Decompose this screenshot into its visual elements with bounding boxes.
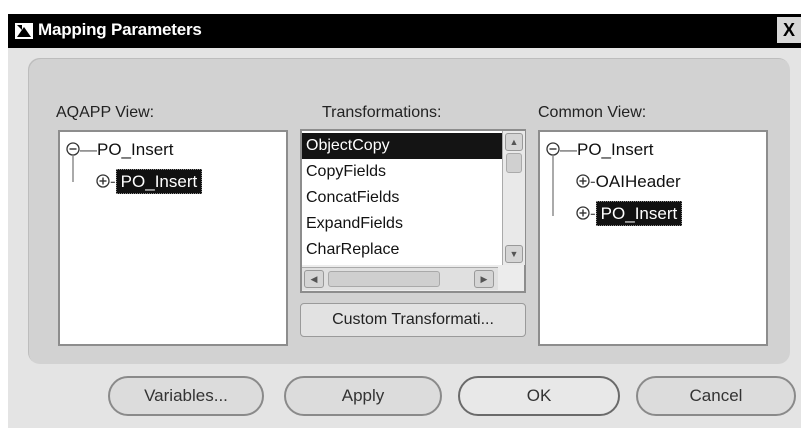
close-button[interactable]: X (777, 17, 801, 43)
vertical-scrollbar[interactable]: ▲ ▼ (502, 131, 525, 265)
scroll-right-icon[interactable]: ▶ (474, 270, 494, 288)
mapping-parameters-dialog: Mapping Parameters X AQAPP View: Transfo… (8, 14, 801, 428)
title-bar[interactable]: Mapping Parameters X (8, 14, 801, 48)
list-item-objectcopy[interactable]: ObjectCopy (302, 133, 502, 159)
expand-icon (576, 206, 590, 220)
tree-node-child[interactable]: - PO_Insert (96, 169, 203, 194)
tree-node-label-selected: PO_Insert (115, 169, 203, 194)
apply-button[interactable]: Apply (284, 376, 442, 416)
tree-node-label-selected: PO_Insert (595, 201, 683, 226)
tree-node-label: PO_Insert (577, 140, 654, 159)
common-view-tree[interactable]: —PO_Insert -OAIHeader - PO_Insert (538, 130, 768, 346)
scroll-up-icon[interactable]: ▲ (505, 133, 523, 151)
tree-connector-line (552, 156, 554, 216)
collapse-icon (66, 142, 80, 156)
list-item-concatfields[interactable]: ConcatFields (302, 185, 502, 211)
tree-node-label: PO_Insert (97, 140, 174, 159)
ok-button[interactable]: OK (458, 376, 620, 416)
scroll-down-icon[interactable]: ▼ (505, 245, 523, 263)
tree-node-root[interactable]: —PO_Insert (66, 140, 174, 160)
common-view-label: Common View: (538, 104, 647, 121)
expand-icon (96, 174, 110, 188)
transformations-list[interactable]: ObjectCopy CopyFields ConcatFields Expan… (300, 129, 526, 293)
transformations-list-body: ObjectCopy CopyFields ConcatFields Expan… (302, 131, 502, 265)
scroll-left-icon[interactable]: ◀ (304, 270, 324, 288)
app-icon (15, 23, 33, 39)
horizontal-scrollbar[interactable]: ◀ ▶ (302, 267, 498, 290)
expand-icon (576, 174, 590, 188)
vertical-scroll-thumb[interactable] (506, 153, 522, 173)
list-item-expandfields[interactable]: ExpandFields (302, 211, 502, 237)
variables-button[interactable]: Variables... (108, 376, 264, 416)
list-item-charreplace[interactable]: CharReplace (302, 237, 502, 263)
mapping-panel: AQAPP View: Transformations: Common View… (28, 58, 790, 364)
window-title: Mapping Parameters (38, 20, 202, 39)
aqapp-view-tree[interactable]: —PO_Insert - PO_Insert (58, 130, 288, 346)
tree-node-po-insert[interactable]: - PO_Insert (576, 201, 683, 226)
collapse-icon (546, 142, 560, 156)
tree-connector-line (72, 156, 74, 182)
tree-node-root[interactable]: —PO_Insert (546, 140, 654, 160)
transformations-label: Transformations: (322, 104, 442, 121)
list-item-copyfields[interactable]: CopyFields (302, 159, 502, 185)
tree-node-oaiheader[interactable]: -OAIHeader (576, 172, 681, 192)
cancel-button[interactable]: Cancel (636, 376, 796, 416)
tree-node-label: OAIHeader (595, 172, 681, 191)
custom-transformation-button[interactable]: Custom Transformati... (300, 303, 526, 337)
horizontal-scroll-thumb[interactable] (328, 271, 440, 287)
aqapp-view-label: AQAPP View: (56, 104, 155, 121)
